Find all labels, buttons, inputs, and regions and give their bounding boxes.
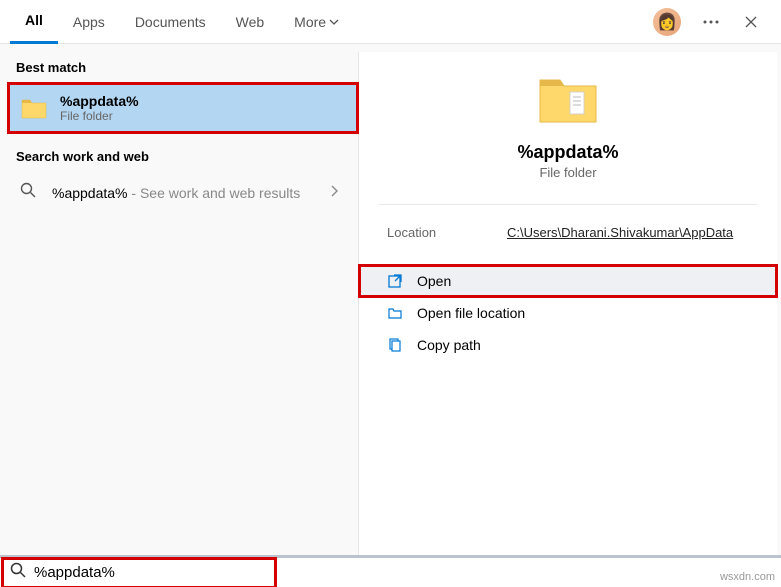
search-box[interactable] — [4, 560, 274, 586]
open-label: Open — [417, 273, 451, 289]
web-result-text: %appdata% - See work and web results — [52, 185, 322, 201]
tab-web[interactable]: Web — [221, 0, 280, 44]
web-search-result[interactable]: %appdata% - See work and web results — [8, 172, 358, 213]
folder-icon — [20, 96, 48, 120]
result-title: %appdata% — [60, 93, 346, 109]
search-icon — [10, 562, 26, 583]
tab-more-label: More — [294, 14, 326, 30]
ellipsis-icon — [703, 20, 719, 24]
result-text: %appdata% File folder — [60, 93, 346, 123]
location-value[interactable]: C:\Users\Dharani.Shivakumar\AppData — [507, 225, 733, 240]
preview-header: %appdata% File folder — [359, 52, 777, 204]
location-label: Location — [387, 225, 507, 240]
open-location-label: Open file location — [417, 305, 525, 321]
location-row: Location C:\Users\Dharani.Shivakumar\App… — [359, 205, 777, 264]
tab-all[interactable]: All — [10, 0, 58, 44]
copy-icon — [387, 337, 403, 353]
web-search-heading: Search work and web — [8, 145, 358, 172]
tab-documents[interactable]: Documents — [120, 0, 221, 44]
close-button[interactable] — [731, 0, 771, 44]
close-icon — [744, 15, 758, 29]
chevron-right-icon[interactable] — [322, 184, 346, 202]
watermark: wsxdn.com — [720, 571, 775, 583]
preview-panel: %appdata% File folder Location C:\Users\… — [358, 52, 777, 555]
tab-more[interactable]: More — [279, 0, 354, 44]
web-suffix: - See work and web results — [128, 185, 301, 201]
open-action[interactable]: Open — [359, 265, 777, 297]
tab-apps[interactable]: Apps — [58, 0, 120, 44]
folder-icon — [536, 72, 600, 128]
avatar[interactable]: 👩 — [653, 8, 681, 36]
main-content: Best match %appdata% File folder Search … — [0, 44, 781, 555]
web-query: %appdata% — [52, 185, 128, 201]
result-subtitle: File folder — [60, 109, 346, 123]
best-match-heading: Best match — [8, 56, 358, 83]
best-match-result[interactable]: %appdata% File folder — [8, 83, 358, 133]
copy-path-label: Copy path — [417, 337, 481, 353]
results-panel: Best match %appdata% File folder Search … — [0, 44, 358, 555]
more-options-button[interactable] — [691, 0, 731, 44]
folder-open-icon — [387, 305, 403, 321]
search-input[interactable] — [34, 564, 268, 581]
open-location-action[interactable]: Open file location — [359, 297, 777, 329]
copy-path-action[interactable]: Copy path — [359, 329, 777, 361]
search-bar — [0, 555, 781, 587]
preview-subtitle: File folder — [539, 165, 596, 180]
top-nav: All Apps Documents Web More 👩 — [0, 0, 781, 44]
open-icon — [387, 273, 403, 289]
search-icon — [20, 182, 38, 203]
preview-title: %appdata% — [517, 142, 618, 163]
chevron-down-icon — [329, 14, 339, 30]
